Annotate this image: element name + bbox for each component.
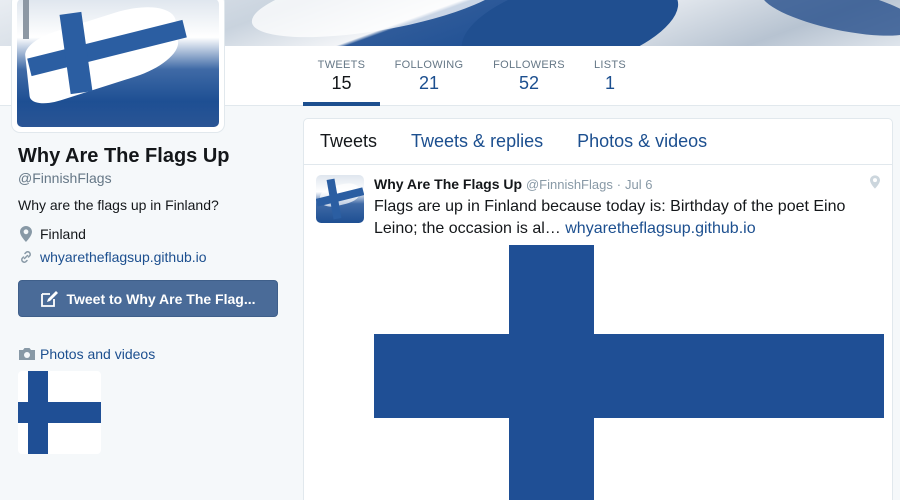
profile-avatar[interactable] [12, 0, 224, 132]
photo-thumbnail[interactable] [18, 371, 101, 454]
profile-url[interactable]: whyaretheflagsup.github.io [18, 249, 207, 265]
link-icon [18, 249, 34, 265]
thumb-flag-cross-horizontal [18, 402, 101, 423]
profile-location: Finland [18, 226, 86, 242]
stat-value: 15 [331, 73, 352, 93]
tweet-author-name[interactable]: Why Are The Flags Up [374, 176, 522, 192]
tweet-separator: · [616, 177, 622, 192]
nav-stat-lists[interactable]: LISTS 1 [590, 46, 630, 106]
tweet-to-button-label: Tweet to Why Are The Flag... [66, 290, 256, 307]
map-pin-icon [18, 226, 34, 242]
tweet-to-button[interactable]: Tweet to Why Are The Flag... [18, 280, 278, 317]
tab-tweets-replies[interactable]: Tweets & replies [411, 131, 543, 152]
tab-tweets[interactable]: Tweets [320, 131, 377, 152]
tweet-text: Flags are up in Finland because today is… [374, 196, 880, 240]
profile-url-link[interactable]: whyaretheflagsup.github.io [40, 249, 207, 265]
stat-label: TWEETS [317, 59, 366, 71]
tab-photos-videos[interactable]: Photos & videos [577, 131, 707, 152]
avatar-flag-pole [23, 0, 29, 39]
tweet-author-handle[interactable]: @FinnishFlags [526, 177, 613, 192]
compose-icon [40, 290, 60, 308]
stat-value: 1 [604, 73, 615, 93]
media-flag-cross-horizontal [374, 334, 884, 418]
tweet-timestamp[interactable]: Jul 6 [625, 177, 652, 192]
stat-label: LISTS [593, 59, 627, 71]
tweet-header: Why Are The Flags Up @FinnishFlags · Jul… [374, 175, 880, 194]
nav-stat-tweets[interactable]: TWEETS 15 [303, 46, 380, 106]
photos-videos-label: Photos and videos [40, 346, 156, 362]
profile-handle[interactable]: @FinnishFlags [18, 170, 112, 186]
stat-label: FOLLOWERS [493, 59, 565, 71]
timeline-panel: Tweets Tweets & replies Photos & videos … [303, 118, 893, 500]
profile-bio: Why are the flags up in Finland? [18, 197, 219, 213]
tweet-body: Why Are The Flags Up @FinnishFlags · Jul… [374, 175, 880, 240]
stat-value: 52 [518, 73, 540, 93]
stat-label: FOLLOWING [394, 59, 464, 71]
nav-stat-following[interactable]: FOLLOWING 21 [392, 46, 466, 106]
geo-pin-icon [870, 175, 880, 194]
banner-flag-fold [451, 0, 689, 46]
photos-videos-link[interactable]: Photos and videos [18, 346, 155, 362]
tweet-avatar[interactable] [316, 175, 364, 223]
camera-icon [18, 347, 36, 361]
stat-value: 21 [418, 73, 440, 93]
profile-location-text: Finland [40, 226, 86, 242]
tweet-item[interactable]: Why Are The Flags Up @FinnishFlags · Jul… [304, 165, 892, 250]
tweet-link[interactable]: whyaretheflagsup.github.io [565, 220, 755, 237]
nav-stat-followers[interactable]: FOLLOWERS 52 [490, 46, 568, 106]
tweet-media-image[interactable] [374, 245, 884, 500]
profile-name[interactable]: Why Are The Flags Up [18, 145, 230, 168]
avatar-image [17, 0, 219, 127]
timeline-tabs: Tweets Tweets & replies Photos & videos [304, 119, 892, 165]
banner-flag-fold [757, 0, 900, 46]
